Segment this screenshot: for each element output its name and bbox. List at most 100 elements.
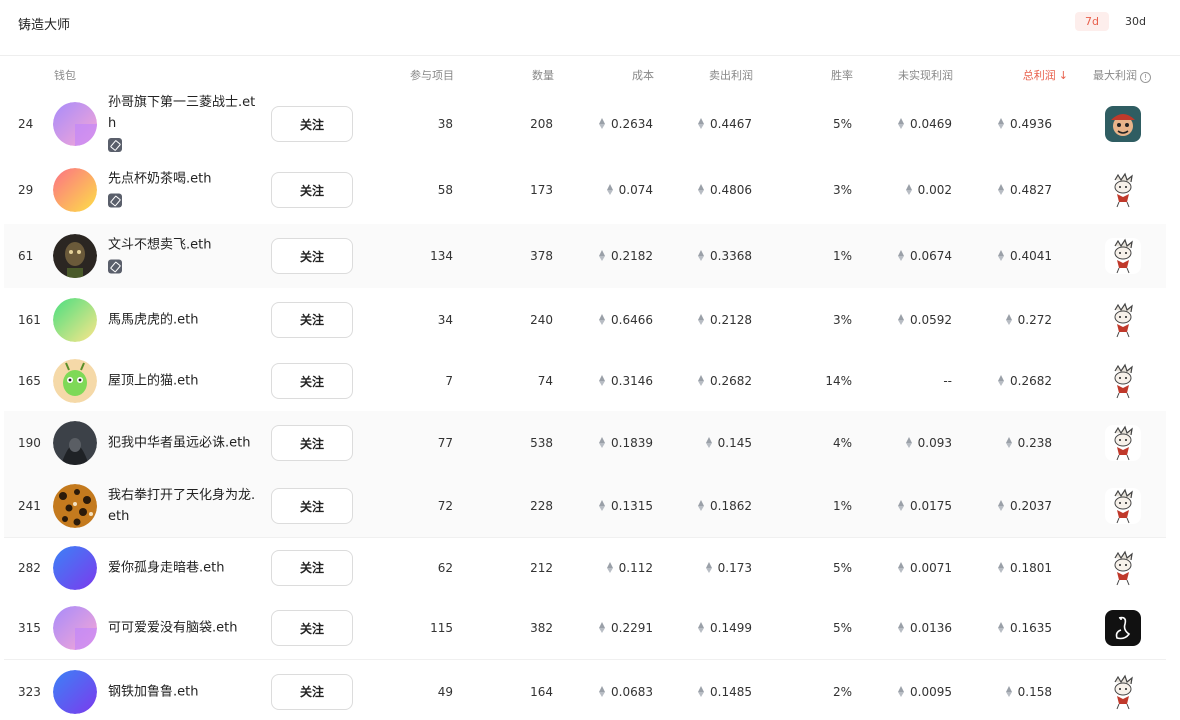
win-rate: 2%: [832, 684, 852, 699]
range-7d-button[interactable]: 7d: [1075, 12, 1110, 31]
cost: 0.1315: [599, 499, 653, 513]
col-total-profit[interactable]: 总利润 ↓: [1023, 67, 1068, 83]
wallet-cell: 馬馬虎虎的.eth: [108, 309, 258, 330]
table-row[interactable]: 323 钢铁加鲁鲁.eth 关注 49 164 0.0683 0.1485 2% 0.0095 0…: [4, 659, 1166, 720]
avatar[interactable]: [53, 545, 97, 590]
unrealized-profit-value: 0.0175: [910, 499, 952, 513]
max-profit-nft[interactable]: [1105, 238, 1141, 274]
wallet-name[interactable]: 钢铁加鲁鲁.eth: [108, 681, 258, 702]
col-unrealized[interactable]: 未实现利润: [898, 67, 953, 83]
follow-button[interactable]: 关注: [271, 488, 353, 524]
follow-button[interactable]: 关注: [271, 238, 353, 274]
avatar[interactable]: [53, 669, 97, 714]
eth-icon: [698, 184, 705, 195]
sold-profit: 0.145: [705, 436, 752, 450]
wallet-cell: 先点杯奶茶喝.eth: [108, 169, 258, 212]
wallet-name[interactable]: 屋顶上的猫.eth: [108, 371, 258, 392]
cost-value: 0.074: [618, 183, 653, 197]
wallet-name[interactable]: 孙哥旗下第一三菱战士.eth: [108, 92, 258, 134]
wallet-cell: 孙哥旗下第一三菱战士.eth: [108, 92, 258, 156]
win-rate: 1%: [832, 249, 852, 263]
win-rate: 5%: [832, 560, 852, 575]
sold-profit-value: 0.1485: [710, 684, 752, 699]
avatar[interactable]: [53, 297, 97, 342]
range-30d-button[interactable]: 30d: [1115, 12, 1156, 31]
eth-icon: [599, 118, 606, 129]
unrealized-profit-value: 0.0592: [910, 312, 952, 327]
max-profit-nft[interactable]: [1105, 425, 1141, 461]
quantity: 382: [530, 621, 553, 635]
eth-icon: [599, 313, 606, 325]
projects-count: 134: [430, 249, 453, 263]
max-profit-nft[interactable]: [1105, 106, 1141, 142]
sold-profit-value: 0.173: [717, 560, 752, 575]
table-row[interactable]: 282 爱你孤身走暗巷.eth 关注 62 212 0.112 0.173 5% 0.0071 0…: [4, 537, 1166, 597]
eth-icon: [898, 561, 905, 573]
eth-icon: [905, 184, 913, 195]
unrealized-profit: 0.0095: [898, 685, 952, 699]
follow-button[interactable]: 关注: [271, 425, 353, 461]
follow-button[interactable]: 关注: [271, 363, 353, 399]
follow-button[interactable]: 关注: [271, 610, 353, 646]
wallet-name[interactable]: 可可爱爱没有脑袋.eth: [108, 618, 258, 639]
wallet-name[interactable]: 我右拳打开了天化身为龙.eth: [108, 485, 258, 527]
max-profit-nft[interactable]: [1105, 673, 1141, 710]
follow-button[interactable]: 关注: [271, 549, 353, 586]
win-rate: 14%: [825, 374, 852, 388]
eth-icon: [599, 685, 606, 697]
avatar[interactable]: [53, 421, 97, 465]
max-profit-nft[interactable]: [1105, 610, 1141, 646]
rank: 323: [18, 684, 41, 699]
avatar[interactable]: [53, 606, 97, 650]
table-row[interactable]: 61 文斗不想卖飞.eth 关注 134 378 0.2182 0.3368 1% 0.0674…: [4, 224, 1166, 288]
col-projects[interactable]: 参与项目: [410, 67, 454, 83]
table-row[interactable]: 29 先点杯奶茶喝.eth 关注 58 173 0.074 0.4806 3% 0.002 0.4…: [4, 156, 1166, 224]
table-row[interactable]: 165 屋顶上的猫.eth 关注 7 74 0.3146 0.2682 14% -- 0.2682: [4, 351, 1166, 411]
win-rate: 1%: [832, 499, 852, 513]
avatar[interactable]: [53, 234, 97, 278]
max-profit-nft[interactable]: [1105, 488, 1141, 524]
sold-profit-value: 0.4467: [710, 117, 752, 131]
table-row[interactable]: 24 孙哥旗下第一三菱战士.eth 关注 38 208 0.2634 0.4467 5% 0.0…: [4, 92, 1166, 156]
sold-profit: 0.2128: [698, 313, 752, 327]
avatar[interactable]: [53, 102, 97, 146]
eth-icon: [998, 118, 1005, 129]
wallet-name[interactable]: 馬馬虎虎的.eth: [108, 309, 258, 330]
sold-profit-value: 0.2128: [710, 312, 752, 327]
follow-button[interactable]: 关注: [271, 673, 353, 710]
table-row[interactable]: 190 犯我中华者虽远必诛.eth 关注 77 538 0.1839 0.145 4% 0.09…: [4, 411, 1166, 475]
follow-button[interactable]: 关注: [271, 172, 353, 208]
wallet-name[interactable]: 犯我中华者虽远必诛.eth: [108, 433, 258, 454]
total-profit: 0.1801: [998, 561, 1052, 575]
table-row[interactable]: 161 馬馬虎虎的.eth 关注 34 240 0.6466 0.2128 3% 0.0592 0…: [4, 288, 1166, 351]
verified-badge-icon: [108, 259, 122, 274]
total-profit: 0.4827: [998, 183, 1052, 197]
avatar[interactable]: [53, 168, 97, 212]
follow-button[interactable]: 关注: [271, 106, 353, 142]
max-profit-nft[interactable]: [1105, 172, 1141, 208]
wallet-name[interactable]: 先点杯奶茶喝.eth: [108, 169, 258, 190]
max-profit-nft[interactable]: [1105, 549, 1141, 586]
col-cost[interactable]: 成本: [632, 67, 654, 83]
max-profit-nft[interactable]: [1105, 301, 1141, 338]
unrealized-profit: 0.0469: [898, 117, 952, 131]
win-rate: 3%: [832, 312, 852, 327]
wallet-name[interactable]: 爱你孤身走暗巷.eth: [108, 557, 258, 578]
col-sold-profit[interactable]: 卖出利润: [709, 67, 753, 83]
info-icon[interactable]: !: [1140, 72, 1151, 83]
table-row[interactable]: 315 可可爱爱没有脑袋.eth 关注 115 382 0.2291 0.1499 5% 0.0…: [4, 597, 1166, 659]
sold-profit-value: 0.4806: [710, 183, 752, 197]
table-row[interactable]: 241 我右拳打开了天化身为龙.eth 关注 72 228 0.1315 0.1862 1% 0…: [4, 475, 1166, 537]
wallet-name[interactable]: 文斗不想卖飞.eth: [108, 235, 258, 256]
follow-button[interactable]: 关注: [271, 301, 353, 338]
cost: 0.2182: [599, 249, 653, 263]
col-win-rate[interactable]: 胜率: [831, 67, 853, 83]
col-quantity[interactable]: 数量: [532, 67, 554, 83]
avatar[interactable]: [53, 359, 97, 403]
eth-icon: [998, 500, 1005, 511]
max-profit-nft[interactable]: [1105, 363, 1141, 399]
avatar[interactable]: [53, 484, 97, 528]
total-profit: 0.4041: [998, 249, 1052, 263]
cost: 0.2634: [599, 117, 653, 131]
wallet-cell: 可可爱爱没有脑袋.eth: [108, 618, 258, 639]
